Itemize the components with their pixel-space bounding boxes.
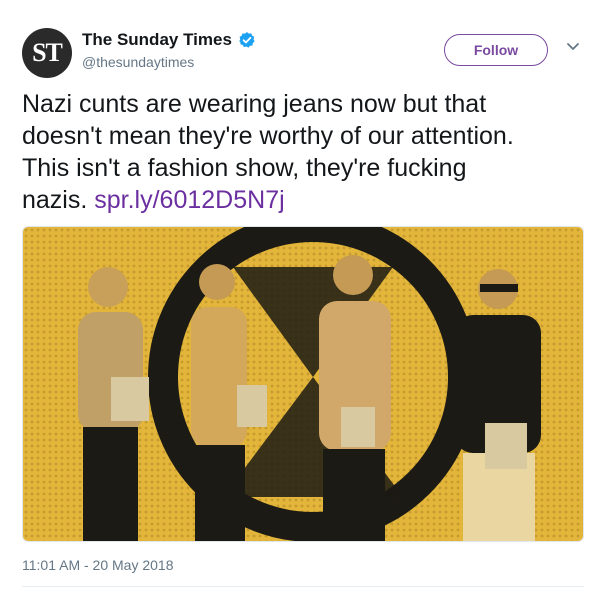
avatar[interactable]: ST bbox=[22, 28, 72, 78]
tweet-timestamp[interactable]: 11:01 AM - 20 May 2018 bbox=[22, 557, 174, 573]
divider bbox=[22, 586, 584, 587]
media-photo bbox=[23, 227, 583, 541]
chevron-down-icon[interactable] bbox=[566, 42, 580, 52]
follow-button[interactable]: Follow bbox=[444, 34, 548, 66]
verified-badge-icon bbox=[239, 32, 255, 48]
account-name-row[interactable]: The Sunday Times bbox=[82, 30, 256, 50]
tweet-media-image[interactable] bbox=[22, 226, 584, 542]
tweet-link[interactable]: spr.ly/6012D5N7j bbox=[94, 186, 284, 214]
display-name[interactable]: The Sunday Times bbox=[82, 30, 232, 50]
tweet-text: Nazi cunts are wearing jeans now but tha… bbox=[22, 88, 592, 216]
account-handle[interactable]: @thesundaytimes bbox=[82, 54, 194, 70]
